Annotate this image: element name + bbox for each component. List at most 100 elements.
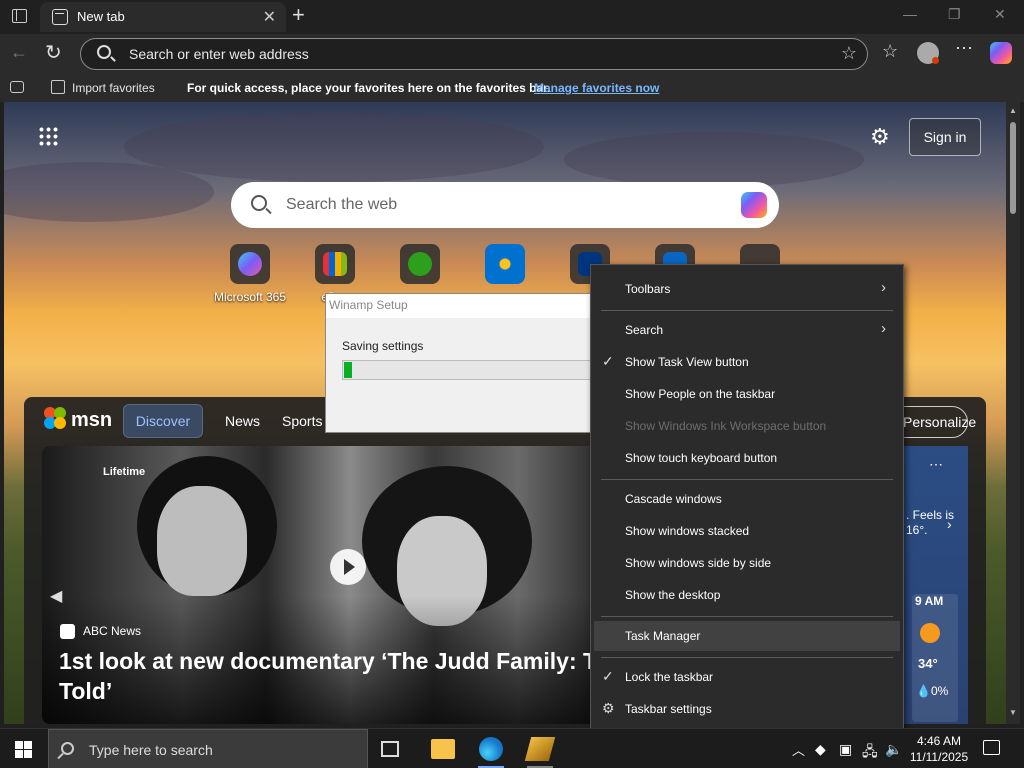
quick-link-tile[interactable] [465, 244, 545, 290]
profile-avatar[interactable] [917, 42, 939, 64]
system-clock[interactable]: 4:46 AM 11/11/2025 [906, 733, 972, 765]
video-channel-label: Lifetime [103, 466, 146, 478]
background-cloud [564, 132, 864, 187]
menu-item-lock-taskbar[interactable]: ✓ Lock the taskbar [591, 662, 903, 692]
weather-feels-like: . Feels is 16°. [906, 508, 955, 537]
new-tab-page-icon [52, 9, 68, 25]
dialog-title: Winamp Setup [329, 298, 408, 312]
back-icon[interactable]: ← [10, 42, 28, 63]
show-hidden-icons-chevron-icon[interactable]: ︿ [792, 740, 805, 759]
notification-center-icon[interactable] [983, 740, 1000, 755]
taskbar-search-box[interactable]: Type here to search [48, 729, 368, 768]
menu-item-windows-stacked[interactable]: Show windows stacked [591, 516, 903, 546]
play-icon[interactable] [330, 549, 366, 585]
sign-in-button[interactable]: Sign in [909, 118, 981, 156]
progress-fill [344, 362, 352, 378]
menu-item-show-task-view[interactable]: ✓ Show Task View button [591, 347, 903, 377]
close-window-icon[interactable]: ✕ [994, 6, 1006, 23]
weather-card[interactable]: ⋯ . Feels is 16°. › 9 AM 34° 💧0% [896, 446, 968, 724]
copilot-icon[interactable] [741, 192, 767, 218]
search-placeholder: Search the web [286, 196, 398, 213]
install-progress-bar [342, 360, 602, 380]
dialog-status: Saving settings [342, 339, 424, 353]
scroll-down-icon[interactable]: ▼ [1009, 708, 1017, 717]
quick-link-icon [315, 244, 355, 284]
quick-link-tile[interactable] [380, 244, 460, 290]
tab-sports[interactable]: Sports [282, 413, 322, 429]
manage-favorites-link[interactable]: Manage favorites now [534, 81, 659, 95]
sun-icon [920, 623, 940, 643]
menu-item-side-by-side[interactable]: Show windows side by side [591, 548, 903, 578]
previous-arrow-icon[interactable]: ◀ [50, 586, 62, 606]
checkmark-icon: ✓ [602, 353, 614, 369]
forecast-hour: 9 AM [915, 594, 944, 608]
browser-title-bar: New tab ✕ + — ❐ ✕ [0, 0, 1024, 34]
quick-link-tile[interactable]: Microsoft 365 [210, 244, 290, 304]
winamp-tray-icon[interactable]: ◆ [815, 741, 826, 758]
menu-item-toolbars[interactable]: Toolbars › [591, 274, 903, 304]
hero-photo [157, 486, 247, 596]
import-favorites-button[interactable]: Import favorites [72, 81, 155, 95]
menu-item-task-manager[interactable]: Task Manager [594, 621, 900, 651]
menu-item-taskbar-settings[interactable]: ⚙ Taskbar settings [591, 694, 903, 724]
settings-gear-icon[interactable]: ⚙ [870, 124, 890, 150]
favorites-icon[interactable]: ☆ [882, 41, 898, 62]
article-headline[interactable]: 1st look at new documentary ‘The Judd Fa… [59, 646, 602, 706]
menu-separator [601, 616, 893, 617]
scroll-up-icon[interactable]: ▲ [1009, 106, 1017, 115]
add-favorite-icon[interactable]: ☆ [841, 43, 857, 64]
web-search-box[interactable]: Search the web [231, 182, 779, 228]
menu-separator [601, 657, 893, 658]
quick-link-label: Microsoft 365 [213, 290, 287, 304]
gear-icon: ⚙ [602, 700, 615, 716]
checkmark-icon: ✓ [602, 668, 614, 684]
chevron-right-icon: › [881, 320, 886, 337]
navigation-bar: ← ↻ Search or enter web address ☆ ☆ ⋯ [0, 34, 1024, 74]
more-options-icon[interactable]: ⋯ [929, 456, 943, 473]
apps-launcher-icon[interactable] [38, 126, 58, 146]
task-view-icon[interactable] [381, 741, 399, 757]
copilot-icon[interactable] [990, 42, 1012, 64]
menu-item-cascade-windows[interactable]: Cascade windows [591, 484, 903, 514]
new-tab-button[interactable]: + [292, 4, 305, 26]
address-placeholder: Search or enter web address [129, 46, 309, 62]
winamp-installer-icon[interactable] [524, 737, 556, 761]
file-explorer-icon[interactable] [431, 739, 455, 759]
page-scrollbar[interactable]: ▲ ▼ [1006, 102, 1020, 724]
network-icon[interactable]: 🖧 [862, 741, 878, 765]
menu-item-search[interactable]: Search › [591, 315, 903, 345]
edge-browser-icon[interactable] [479, 737, 503, 761]
minimize-icon[interactable]: — [903, 6, 917, 22]
favorites-bar: Import favorites For quick access, place… [0, 74, 1024, 102]
article-source: ABC News [83, 624, 142, 638]
menu-item-show-ink-workspace: Show Windows Ink Workspace button [625, 419, 827, 433]
favorites-bar-icon[interactable] [10, 81, 24, 93]
hero-article-card[interactable]: Lifetime ◀ ABC News 1st look at new docu… [42, 446, 602, 724]
more-options-icon[interactable]: ⋯ [955, 38, 973, 59]
tab-new-tab[interactable]: New tab ✕ [40, 2, 286, 32]
windows-start-icon[interactable] [15, 741, 32, 758]
scrollbar-thumb[interactable] [1010, 122, 1016, 214]
quick-link-icon [400, 244, 440, 284]
reload-icon[interactable]: ↻ [45, 40, 62, 65]
menu-item-show-people[interactable]: Show People on the taskbar [591, 379, 903, 409]
close-tab-icon[interactable]: ✕ [263, 7, 276, 27]
search-icon [251, 195, 267, 211]
tab-actions-icon[interactable] [12, 9, 27, 23]
clock-date: 11/11/2025 [909, 750, 969, 764]
tab-discover[interactable]: Discover [123, 404, 203, 438]
security-tray-icon[interactable]: ▣ [839, 741, 852, 758]
chevron-right-icon[interactable]: › [947, 516, 952, 532]
address-bar[interactable]: Search or enter web address ☆ [80, 38, 868, 70]
tab-title: New tab [77, 9, 125, 24]
menu-item-show-touch-keyboard[interactable]: Show touch keyboard button [591, 443, 903, 473]
msn-logo-icon [44, 407, 70, 433]
import-icon [51, 80, 65, 94]
menu-item-show-desktop[interactable]: Show the desktop [591, 580, 903, 610]
winamp-setup-dialog: Winamp Setup Saving settings [325, 293, 602, 433]
forecast-precipitation: 💧0% [916, 684, 949, 698]
volume-muted-icon[interactable]: 🔈 [885, 741, 902, 758]
search-icon [97, 45, 111, 59]
restore-icon[interactable]: ❐ [948, 6, 961, 23]
tab-news[interactable]: News [225, 413, 260, 429]
